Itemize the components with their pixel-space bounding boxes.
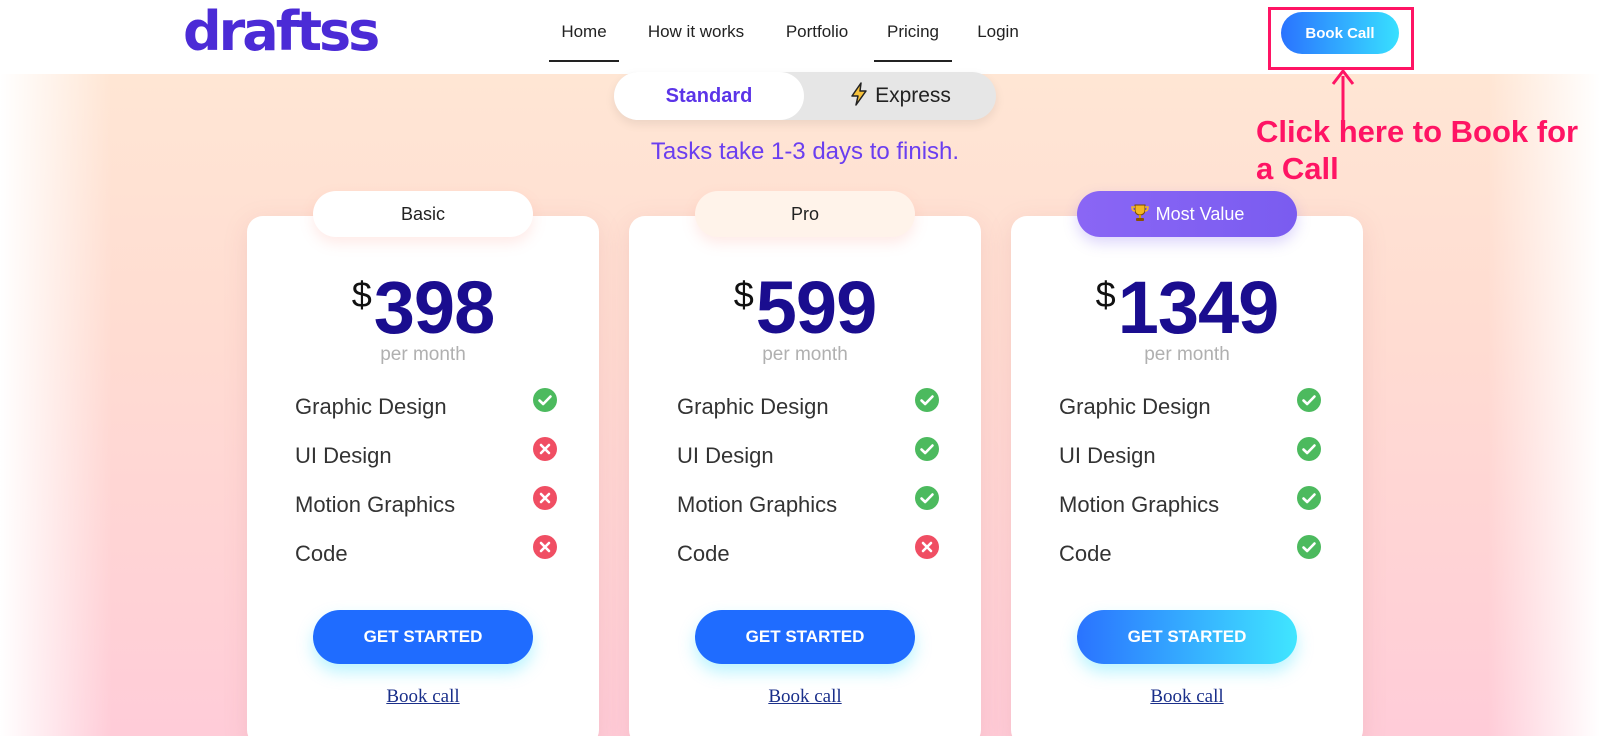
toggle-standard[interactable]: Standard	[614, 72, 804, 120]
feature-item: Motion Graphics	[295, 484, 557, 533]
check-icon	[1297, 388, 1321, 412]
toggle-express-label: Express	[875, 84, 951, 107]
feature-name: Graphic Design	[295, 394, 447, 419]
annotation-text: Click here to Book for a Call	[1256, 114, 1579, 186]
feature-name: UI Design	[295, 443, 392, 468]
feature-list: Graphic Design UI Design Motion Graphics…	[1059, 386, 1321, 582]
check-icon	[1297, 535, 1321, 559]
currency-symbol: $	[1095, 274, 1116, 315]
feature-name: Code	[1059, 541, 1112, 566]
turnaround-subtitle: Tasks take 1-3 days to finish.	[650, 138, 960, 165]
get-started-button[interactable]: GET STARTED	[313, 610, 533, 664]
feature-name: Code	[677, 541, 730, 566]
feature-name: Motion Graphics	[1059, 492, 1220, 517]
cross-icon	[533, 535, 557, 559]
feature-item: Graphic Design	[677, 386, 939, 435]
plan-price: $599	[629, 266, 981, 350]
plan-label-text: Most Value	[1155, 204, 1245, 224]
feature-item: UI Design	[677, 435, 939, 484]
feature-name: Graphic Design	[1059, 394, 1211, 419]
lightning-icon	[851, 82, 867, 106]
check-icon	[915, 388, 939, 412]
feature-name: Motion Graphics	[677, 492, 838, 517]
book-call-button[interactable]: Book Call	[1281, 12, 1399, 54]
book-call-link[interactable]: Book call	[1011, 686, 1363, 708]
feature-name: UI Design	[1059, 443, 1156, 468]
price-amount: 599	[755, 266, 877, 349]
book-call-link[interactable]: Book call	[247, 686, 599, 708]
check-icon	[1297, 486, 1321, 510]
plan-speed-toggle: Standard Express	[614, 72, 996, 120]
cross-icon	[533, 437, 557, 461]
plan-card-basic: Basic $398 per month Graphic Design UI D…	[247, 191, 599, 736]
cross-icon	[915, 535, 939, 559]
price-amount: 1349	[1117, 266, 1280, 349]
feature-name: Code	[295, 541, 348, 566]
brand-logo[interactable]: draftss	[183, 2, 380, 62]
feature-item: Code	[295, 533, 557, 582]
check-icon	[915, 486, 939, 510]
toggle-express[interactable]: Express	[804, 72, 996, 120]
check-icon	[533, 388, 557, 412]
plan-label: Basic	[313, 191, 533, 237]
cross-icon	[533, 486, 557, 510]
feature-item: Code	[677, 533, 939, 582]
get-started-button[interactable]: GET STARTED	[1077, 610, 1297, 664]
price-period: per month	[380, 344, 466, 365]
feature-item: UI Design	[295, 435, 557, 484]
price-period: per month	[762, 344, 848, 365]
feature-name: Graphic Design	[677, 394, 829, 419]
trophy-icon	[1130, 194, 1150, 240]
feature-list: Graphic Design UI Design Motion Graphics…	[677, 386, 939, 582]
plan-card-most-value: Most Value $1349 per month Graphic Desig…	[1011, 191, 1363, 736]
plan-card-pro: Pro $599 per month Graphic Design UI Des…	[629, 191, 981, 736]
nav-item-home[interactable]: Home	[549, 20, 619, 62]
feature-item: UI Design	[1059, 435, 1321, 484]
plan-price: $398	[247, 266, 599, 350]
site-header: draftss Home How it works Portfolio Pric…	[0, 0, 1600, 74]
book-call-link[interactable]: Book call	[629, 686, 981, 708]
feature-item: Motion Graphics	[1059, 484, 1321, 533]
feature-item: Graphic Design	[1059, 386, 1321, 435]
feature-list: Graphic Design UI Design Motion Graphics…	[295, 386, 557, 582]
feature-name: UI Design	[677, 443, 774, 468]
check-icon	[1297, 437, 1321, 461]
feature-item: Code	[1059, 533, 1321, 582]
nav-item-login[interactable]: Login	[967, 20, 1029, 62]
plan-label: Pro	[695, 191, 915, 237]
price-period: per month	[1144, 344, 1230, 365]
price-amount: 398	[373, 266, 495, 349]
plan-price: $1349	[1011, 266, 1363, 350]
get-started-button[interactable]: GET STARTED	[695, 610, 915, 664]
nav-item-portfolio[interactable]: Portfolio	[775, 20, 859, 62]
currency-symbol: $	[351, 274, 372, 315]
feature-item: Graphic Design	[295, 386, 557, 435]
nav-item-pricing[interactable]: Pricing	[874, 20, 952, 62]
feature-name: Motion Graphics	[295, 492, 456, 517]
currency-symbol: $	[733, 274, 754, 315]
check-icon	[915, 437, 939, 461]
nav-item-how-it-works[interactable]: How it works	[637, 20, 755, 62]
feature-item: Motion Graphics	[677, 484, 939, 533]
plan-label: Most Value	[1077, 191, 1297, 237]
